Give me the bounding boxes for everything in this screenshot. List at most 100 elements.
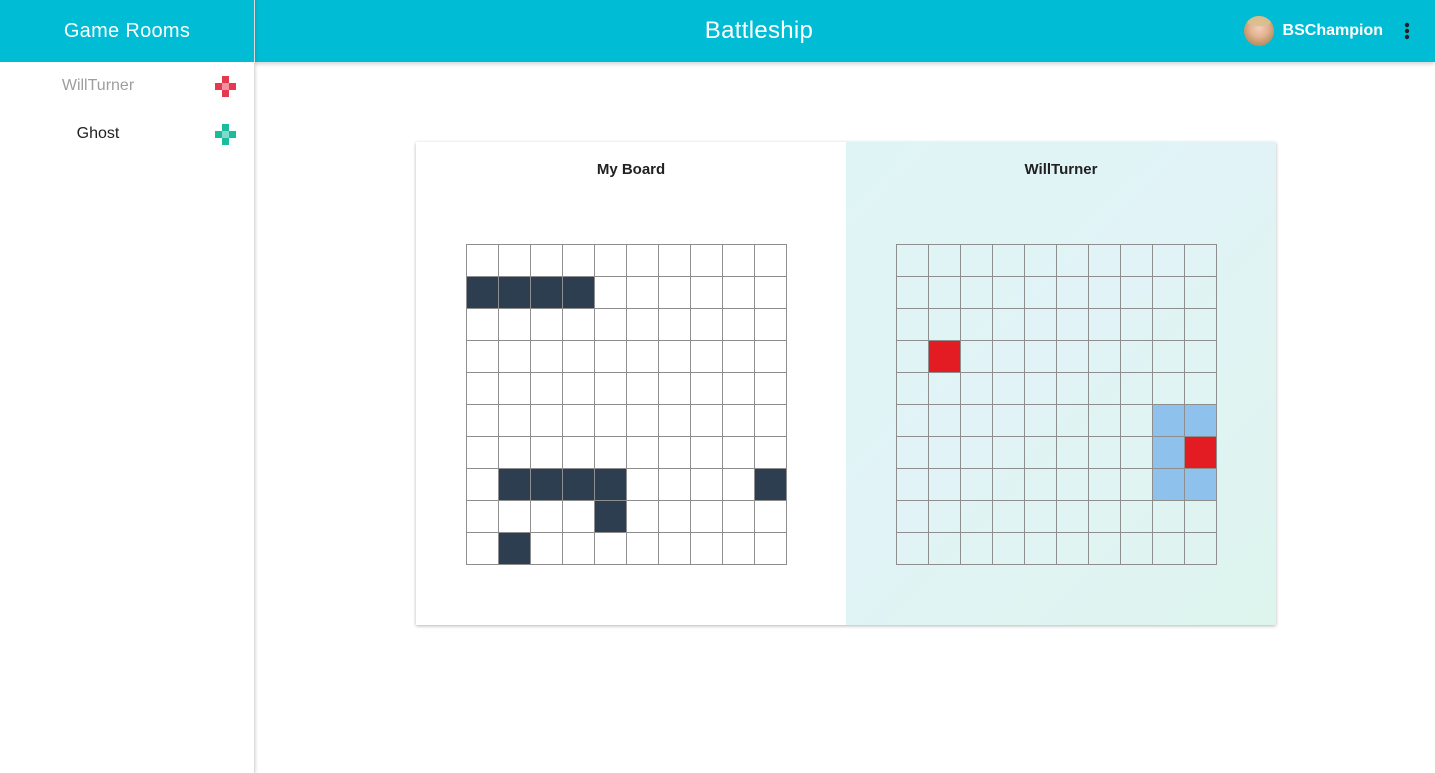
board-cell[interactable] <box>1024 500 1057 533</box>
board-cell[interactable] <box>1120 244 1153 277</box>
board-cell[interactable] <box>1120 468 1153 501</box>
board-cell[interactable] <box>1120 532 1153 565</box>
board-cell[interactable] <box>928 308 961 341</box>
board-cell[interactable] <box>1024 308 1057 341</box>
board-cell[interactable] <box>1120 340 1153 373</box>
miss-cell[interactable] <box>1184 468 1217 501</box>
board-cell[interactable] <box>1152 532 1185 565</box>
board-cell[interactable] <box>960 404 993 437</box>
user-avatar[interactable] <box>1243 16 1274 46</box>
board-cell[interactable] <box>1120 500 1153 533</box>
board-cell[interactable] <box>896 340 929 373</box>
board-cell[interactable] <box>1184 308 1217 341</box>
board-cell[interactable] <box>896 244 929 277</box>
board-cell[interactable] <box>1088 244 1121 277</box>
board-cell[interactable] <box>896 404 929 437</box>
board-cell[interactable] <box>992 532 1025 565</box>
board-cell[interactable] <box>960 500 993 533</box>
board-cell[interactable] <box>1088 340 1121 373</box>
board-cell[interactable] <box>1088 532 1121 565</box>
room-item-ghost[interactable]: Ghost <box>0 110 254 158</box>
board-cell[interactable] <box>1152 372 1185 405</box>
board-cell[interactable] <box>1056 244 1089 277</box>
board-cell[interactable] <box>928 436 961 469</box>
board-cell[interactable] <box>896 276 929 309</box>
room-item-willturner[interactable]: WillTurner <box>0 62 254 110</box>
board-cell[interactable] <box>1056 308 1089 341</box>
board-cell[interactable] <box>960 244 993 277</box>
board-cell[interactable] <box>1088 436 1121 469</box>
board-cell[interactable] <box>928 372 961 405</box>
board-cell[interactable] <box>1024 532 1057 565</box>
board-cell[interactable] <box>992 500 1025 533</box>
board-cell[interactable] <box>928 532 961 565</box>
board-cell[interactable] <box>1184 372 1217 405</box>
board-cell[interactable] <box>1056 340 1089 373</box>
board-cell[interactable] <box>928 500 961 533</box>
board-cell[interactable] <box>960 276 993 309</box>
board-cell[interactable] <box>896 308 929 341</box>
board-cell[interactable] <box>1056 500 1089 533</box>
board-cell[interactable] <box>1024 436 1057 469</box>
miss-cell[interactable] <box>1152 468 1185 501</box>
board-cell[interactable] <box>928 468 961 501</box>
board-cell[interactable] <box>1152 308 1185 341</box>
board-cell[interactable] <box>1056 468 1089 501</box>
board-cell[interactable] <box>1088 468 1121 501</box>
board-cell[interactable] <box>1088 276 1121 309</box>
board-cell[interactable] <box>992 372 1025 405</box>
gamepad-icon[interactable] <box>215 124 236 145</box>
board-cell[interactable] <box>1088 372 1121 405</box>
board-cell[interactable] <box>896 468 929 501</box>
board-cell[interactable] <box>928 276 961 309</box>
board-cell[interactable] <box>1120 308 1153 341</box>
miss-cell[interactable] <box>1152 404 1185 437</box>
miss-cell[interactable] <box>1152 436 1185 469</box>
board-cell[interactable] <box>992 340 1025 373</box>
board-cell[interactable] <box>896 436 929 469</box>
board-cell[interactable] <box>1056 276 1089 309</box>
board-cell[interactable] <box>960 308 993 341</box>
board-cell[interactable] <box>1088 308 1121 341</box>
hit-cell[interactable] <box>1184 436 1217 469</box>
board-cell[interactable] <box>1152 244 1185 277</box>
board-cell[interactable] <box>992 244 1025 277</box>
board-cell[interactable] <box>1088 404 1121 437</box>
board-cell[interactable] <box>1120 276 1153 309</box>
board-cell[interactable] <box>1120 404 1153 437</box>
board-cell[interactable] <box>928 244 961 277</box>
board-cell[interactable] <box>992 308 1025 341</box>
board-cell[interactable] <box>1088 500 1121 533</box>
gamepad-icon[interactable] <box>215 76 236 97</box>
board-cell[interactable] <box>1024 372 1057 405</box>
board-cell[interactable] <box>1024 276 1057 309</box>
board-cell[interactable] <box>928 404 961 437</box>
miss-cell[interactable] <box>1184 404 1217 437</box>
board-cell[interactable] <box>960 532 993 565</box>
board-cell[interactable] <box>1184 244 1217 277</box>
board-cell[interactable] <box>1056 404 1089 437</box>
board-cell[interactable] <box>1152 500 1185 533</box>
board-cell[interactable] <box>1024 468 1057 501</box>
board-cell[interactable] <box>960 340 993 373</box>
board-cell[interactable] <box>960 372 993 405</box>
board-cell[interactable] <box>992 276 1025 309</box>
board-cell[interactable] <box>1120 436 1153 469</box>
board-cell[interactable] <box>1120 372 1153 405</box>
board-cell[interactable] <box>1152 340 1185 373</box>
user-profile[interactable]: BSChampion <box>1243 0 1383 62</box>
board-cell[interactable] <box>992 468 1025 501</box>
board-cell[interactable] <box>1024 404 1057 437</box>
board-cell[interactable] <box>1184 340 1217 373</box>
board-cell[interactable] <box>1184 276 1217 309</box>
board-cell[interactable] <box>896 372 929 405</box>
board-cell[interactable] <box>1056 372 1089 405</box>
board-cell[interactable] <box>992 404 1025 437</box>
board-cell[interactable] <box>1056 436 1089 469</box>
hit-cell[interactable] <box>928 340 961 373</box>
board-cell[interactable] <box>1024 244 1057 277</box>
board-cell[interactable] <box>1024 340 1057 373</box>
board-cell[interactable] <box>992 436 1025 469</box>
more-vert-icon[interactable] <box>1395 19 1419 43</box>
board-cell[interactable] <box>960 468 993 501</box>
